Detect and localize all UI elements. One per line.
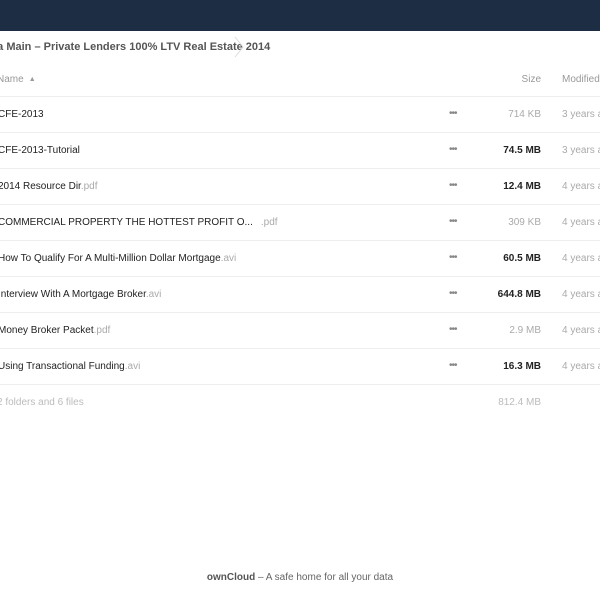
file-name-base: How To Qualify For A Multi-Million Dolla… <box>0 253 221 264</box>
more-options-icon[interactable]: ••• <box>449 145 457 155</box>
summary-total-size: 812.4 MB <box>498 397 541 408</box>
file-extension: .avi <box>124 361 141 372</box>
breadcrumb-current-folder[interactable]: ica Main – Private Lenders 100% LTV Real… <box>0 41 270 53</box>
file-name-base: Money Broker Packet <box>0 325 94 336</box>
more-options-icon[interactable]: ••• <box>449 289 457 299</box>
file-name[interactable]: Using Transactional Funding.avi <box>0 361 140 372</box>
file-name-base: COMMERCIAL PROPERTY THE HOTTEST PROFIT O… <box>0 217 253 228</box>
file-size: 12.4 MB <box>503 181 541 192</box>
file-modified: 4 years ago <box>562 361 600 372</box>
file-modified: 4 years ago <box>562 325 600 336</box>
file-size: 714 KB <box>508 109 541 120</box>
file-modified: 4 years ago <box>562 253 600 264</box>
more-options-icon[interactable]: ••• <box>449 361 457 371</box>
file-list: CFE-2013•••714 KB3 years agoCFE-2013-Tut… <box>0 97 600 385</box>
column-header-size[interactable]: Size <box>522 74 541 85</box>
file-row[interactable]: 2014 Resource Dir.pdf ••• 12.4 MB 4 years a… <box>0 169 600 205</box>
more-options-icon[interactable]: ••• <box>449 217 457 227</box>
column-header-name-label: Name <box>0 74 24 85</box>
more-options-icon[interactable]: ••• <box>449 325 457 335</box>
file-list-header: Name ▲ Size Modified <box>0 63 600 97</box>
file-extension: .pdf <box>93 325 111 336</box>
file-row[interactable]: COMMERCIAL PROPERTY THE HOTTEST PROFIT O… <box>0 205 600 241</box>
file-modified: 4 years ago <box>562 217 600 228</box>
file-size: 644.8 MB <box>497 289 541 300</box>
column-header-name[interactable]: Name ▲ <box>0 74 36 85</box>
file-name-base: 2014 Resource Dir <box>0 181 81 192</box>
file-name[interactable]: How To Qualify For A Multi-Million Dolla… <box>0 253 236 264</box>
file-modified: 3 years ago <box>562 145 600 156</box>
file-name[interactable]: CFE-2013-Tutorial <box>0 145 80 156</box>
file-name[interactable]: CFE-2013 <box>0 109 44 120</box>
file-row[interactable]: CFE-2013 ••• 714 KB 3 years ago <box>0 97 600 133</box>
column-header-modified[interactable]: Modified <box>562 74 600 85</box>
sort-ascending-icon: ▲ <box>28 76 36 83</box>
file-name-base: Interview With A Mortgage Broker <box>0 289 146 300</box>
file-name[interactable]: Money Broker Packet.pdf <box>0 325 110 336</box>
file-extension: .pdf <box>80 181 98 192</box>
footer-brand[interactable]: ownCloud <box>207 572 255 583</box>
file-extension: .pdf <box>260 217 278 228</box>
file-row[interactable]: Using Transactional Funding.avi ••• 16.3 M… <box>0 349 600 385</box>
file-name[interactable]: COMMERCIAL PROPERTY THE HOTTEST PROFIT O… <box>0 217 278 228</box>
breadcrumb-separator-icon <box>234 37 244 57</box>
footer: ownCloud – A safe home for all your data <box>0 572 600 583</box>
file-list-summary: 2 folders and 6 files 812.4 MB <box>0 385 600 420</box>
file-extension: .avi <box>220 253 237 264</box>
file-name-base: Using Transactional Funding <box>0 361 125 372</box>
file-name[interactable]: 2014 Resource Dir.pdf <box>0 181 98 192</box>
breadcrumb: ica Main – Private Lenders 100% LTV Real… <box>0 31 600 63</box>
file-size: 74.5 MB <box>503 145 541 156</box>
file-modified: 4 years ago <box>562 181 600 192</box>
more-options-icon[interactable]: ••• <box>449 253 457 263</box>
file-row[interactable]: Money Broker Packet.pdf ••• 2.9 MB 4 years … <box>0 313 600 349</box>
file-size: 16.3 MB <box>503 361 541 372</box>
file-name[interactable]: Interview With A Mortgage Broker.avi <box>0 289 161 300</box>
file-size: 309 KB <box>508 217 541 228</box>
file-extension: .avi <box>145 289 162 300</box>
file-modified: 4 years ago <box>562 289 600 300</box>
top-navigation-bar <box>0 0 600 31</box>
more-options-icon[interactable]: ••• <box>449 109 457 119</box>
file-size: 60.5 MB <box>503 253 541 264</box>
file-size: 2.9 MB <box>509 325 541 336</box>
footer-tagline: – A safe home for all your data <box>255 572 394 583</box>
summary-count: 2 folders and 6 files <box>0 397 84 408</box>
more-options-icon[interactable]: ••• <box>449 181 457 191</box>
file-name-base: CFE-2013 <box>0 109 44 120</box>
file-row[interactable]: CFE-2013-Tutorial ••• 74.5 MB 3 years ago <box>0 133 600 169</box>
file-name-base: CFE-2013-Tutorial <box>0 145 80 156</box>
file-row[interactable]: How To Qualify For A Multi-Million Dolla… <box>0 241 600 277</box>
file-row[interactable]: Interview With A Mortgage Broker.avi ••• 6… <box>0 277 600 313</box>
file-modified: 3 years ago <box>562 109 600 120</box>
